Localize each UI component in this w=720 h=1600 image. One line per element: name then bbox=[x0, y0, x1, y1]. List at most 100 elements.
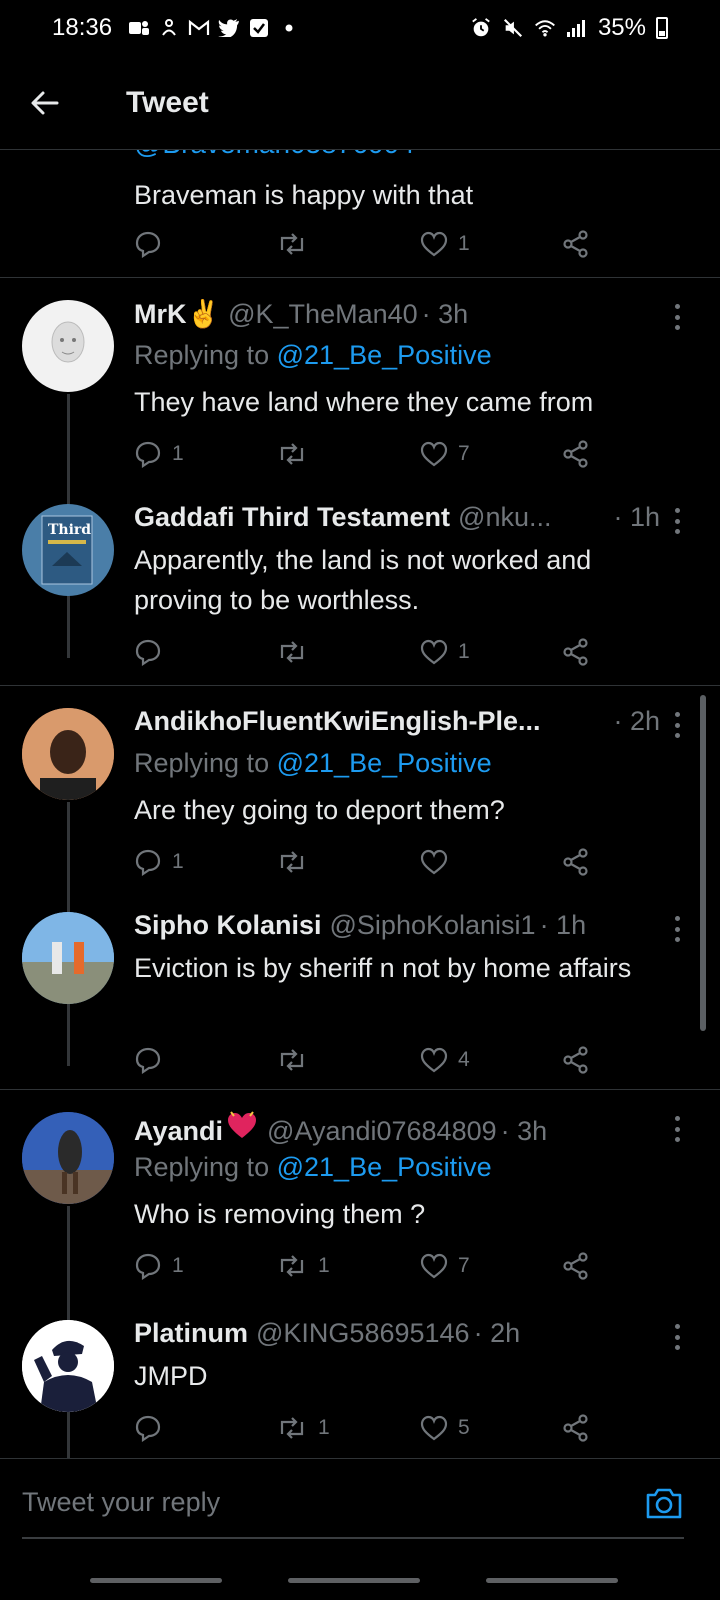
share-button[interactable] bbox=[562, 226, 590, 262]
tweet-platinum[interactable]: Platinum @KING58695146 · 2h JMPD 1 5 bbox=[0, 1318, 720, 1478]
nav-recents-handle[interactable] bbox=[90, 1578, 222, 1583]
app-header: Tweet bbox=[0, 56, 720, 150]
reply-feed[interactable]: @Braveman05876004 Braveman is happy with… bbox=[0, 150, 720, 1484]
avatar[interactable]: Third bbox=[22, 504, 114, 596]
tweet-header: AndikhoFluentKwiEnglish-Ple... · 2h bbox=[134, 706, 660, 737]
retweet-icon bbox=[280, 233, 304, 255]
avatar[interactable] bbox=[22, 1320, 114, 1412]
replying-to-mention[interactable]: @21_Be_Positive bbox=[277, 1152, 492, 1182]
tweet-clipped[interactable]: @Braveman05876004 Braveman is happy with… bbox=[0, 150, 720, 278]
tweet-header: Platinum @KING58695146 · 2h bbox=[134, 1318, 660, 1349]
like-button[interactable] bbox=[420, 844, 458, 880]
share-icon bbox=[563, 440, 588, 468]
retweet-button[interactable] bbox=[276, 1042, 318, 1078]
share-button[interactable] bbox=[562, 634, 590, 670]
replying-to-label: Replying to bbox=[134, 1152, 270, 1182]
heart-icon bbox=[420, 1253, 448, 1279]
twitter-icon bbox=[218, 17, 240, 39]
like-button[interactable]: 1 bbox=[420, 634, 470, 670]
more-options-icon[interactable] bbox=[670, 1114, 684, 1144]
retweet-button[interactable] bbox=[276, 226, 308, 262]
tweet-author-name[interactable]: Ayandi bbox=[134, 1116, 223, 1147]
like-button[interactable]: 1 bbox=[420, 226, 470, 262]
tweet-author-handle[interactable]: @KING58695146 bbox=[256, 1318, 470, 1349]
tweet-gaddafi[interactable]: Third Gaddafi Third Testament @nku... · … bbox=[0, 502, 720, 682]
avatar[interactable] bbox=[22, 1112, 114, 1204]
replying-to-label: Replying to bbox=[134, 748, 270, 778]
retweet-button[interactable]: 1 bbox=[276, 1248, 330, 1284]
gmail-icon bbox=[188, 17, 210, 39]
reply-button[interactable] bbox=[134, 226, 162, 262]
replying-to-mention[interactable]: @21_Be_Positive bbox=[277, 340, 492, 370]
tweet-text: Apparently, the land is not worked and p… bbox=[134, 545, 592, 615]
back-button[interactable] bbox=[0, 56, 90, 150]
reply-button[interactable] bbox=[134, 634, 172, 670]
retweet-button[interactable] bbox=[276, 634, 318, 670]
camera-button[interactable] bbox=[644, 1483, 684, 1523]
tweet-sipho[interactable]: Sipho Kolanisi @SiphoKolanisi1 · 1h Evic… bbox=[0, 910, 720, 1090]
more-options-icon[interactable] bbox=[670, 302, 684, 332]
retweet-button[interactable] bbox=[276, 436, 318, 472]
scrollbar[interactable] bbox=[700, 695, 706, 1031]
tweet-author-handle[interactable]: @K_TheMan40 bbox=[228, 299, 418, 330]
tweet-handle-link[interactable]: @Braveman05876004 bbox=[134, 150, 415, 160]
retweet-button[interactable]: 1 bbox=[276, 1410, 330, 1446]
tweet-time: · 1h bbox=[613, 502, 660, 532]
tweet-author-name[interactable]: AndikhoFluentKwiEnglish-Ple... bbox=[134, 706, 541, 737]
more-options-icon[interactable] bbox=[670, 1322, 684, 1352]
reply-button[interactable]: 1 bbox=[134, 436, 184, 472]
nav-home-handle[interactable] bbox=[288, 1578, 420, 1583]
battery-icon bbox=[656, 17, 668, 39]
share-button[interactable] bbox=[562, 1248, 590, 1284]
tweet-mrk[interactable]: MrK✌️ @K_TheMan40 · 3h Replying to @21_B… bbox=[0, 298, 720, 498]
tweet-ayandi[interactable]: Ayandi @Ayandi07684809 · 3h Replying to … bbox=[0, 1110, 720, 1310]
reply-button[interactable] bbox=[134, 1410, 172, 1446]
reply-button[interactable]: 1 bbox=[134, 844, 184, 880]
tweet-time: · 3h bbox=[500, 1116, 548, 1146]
share-icon bbox=[563, 1252, 588, 1280]
tweet-author-handle[interactable]: @nku... bbox=[458, 502, 551, 533]
more-options-icon[interactable] bbox=[670, 914, 684, 944]
tweet-actions: 4 bbox=[134, 1042, 604, 1078]
like-button[interactable]: 7 bbox=[420, 1248, 470, 1284]
heart-icon bbox=[420, 441, 448, 467]
share-button[interactable] bbox=[562, 1410, 590, 1446]
tweet-author-handle[interactable]: @SiphoKolanisi1 bbox=[330, 910, 536, 941]
reply-button[interactable] bbox=[134, 1042, 172, 1078]
like-count: 1 bbox=[458, 232, 470, 255]
tweet-andikho[interactable]: AndikhoFluentKwiEnglish-Ple... · 2h Repl… bbox=[0, 706, 720, 906]
retweet-button[interactable] bbox=[276, 844, 318, 880]
alarm-icon bbox=[470, 17, 492, 39]
share-button[interactable] bbox=[562, 1042, 590, 1078]
wifi-icon bbox=[534, 17, 556, 39]
reply-icon bbox=[135, 639, 161, 666]
nav-back-handle[interactable] bbox=[486, 1578, 618, 1583]
tweet-author-name[interactable]: Sipho Kolanisi bbox=[134, 910, 322, 941]
like-button[interactable]: 7 bbox=[420, 436, 470, 472]
status-bar: 18:36 35% bbox=[0, 0, 720, 56]
avatar[interactable] bbox=[22, 300, 114, 392]
retweet-icon bbox=[280, 1255, 304, 1277]
tweet-author-name[interactable]: Platinum bbox=[134, 1318, 248, 1349]
replying-to: Replying to @21_Be_Positive bbox=[134, 748, 492, 779]
share-button[interactable] bbox=[562, 436, 590, 472]
tweet-author-name[interactable]: MrK✌️ bbox=[134, 298, 220, 330]
tweet-author-name[interactable]: Gaddafi Third Testament bbox=[134, 502, 450, 533]
share-button[interactable] bbox=[562, 844, 590, 880]
reply-icon bbox=[135, 441, 161, 468]
replying-to-mention[interactable]: @21_Be_Positive bbox=[277, 748, 492, 778]
reply-icon bbox=[135, 1415, 161, 1442]
more-options-icon[interactable] bbox=[670, 710, 684, 740]
reply-button[interactable]: 1 bbox=[134, 1248, 184, 1284]
replying-to: Replying to @21_Be_Positive bbox=[134, 340, 492, 371]
tweet-author-handle[interactable]: @Ayandi07684809 bbox=[267, 1116, 497, 1147]
avatar[interactable] bbox=[22, 912, 114, 1004]
heart-icon bbox=[420, 231, 448, 257]
more-options-icon[interactable] bbox=[670, 506, 684, 536]
like-button[interactable]: 5 bbox=[420, 1410, 470, 1446]
like-button[interactable]: 4 bbox=[420, 1042, 470, 1078]
like-count: 4 bbox=[458, 1048, 470, 1071]
share-icon bbox=[563, 1046, 588, 1074]
reply-input[interactable] bbox=[22, 1479, 622, 1525]
avatar[interactable] bbox=[22, 708, 114, 800]
